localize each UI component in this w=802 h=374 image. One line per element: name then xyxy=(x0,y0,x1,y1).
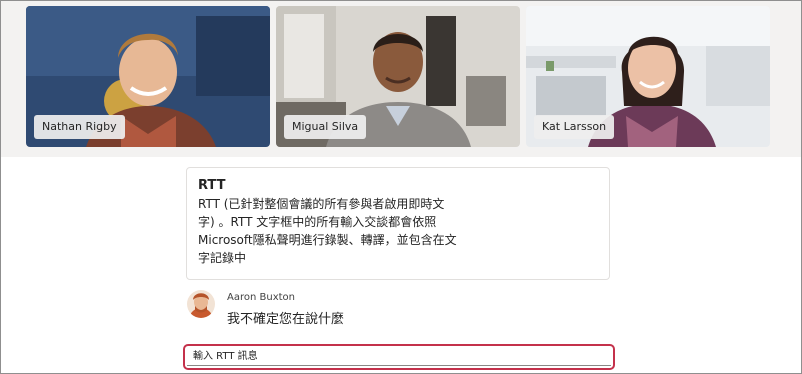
rtt-message-composer[interactable] xyxy=(183,344,615,370)
chat-message: Aaron Buxton 我不確定您在說什麼 xyxy=(187,289,607,329)
rtt-notice-text: RTT (已針對整個會議的所有參與者啟用即時文字) 。RTT 文字框中的所有輸入… xyxy=(198,197,457,265)
message-text: 我不確定您在說什麼 xyxy=(227,312,345,327)
meeting-window: Nathan Rigby Migual Silva Kat Larsson RT… xyxy=(0,0,802,374)
participant-name-label: Nathan Rigby xyxy=(34,115,125,139)
video-tile-kat-larsson[interactable]: Kat Larsson xyxy=(526,6,770,147)
rtt-message-input[interactable] xyxy=(187,348,611,366)
avatar xyxy=(187,290,215,318)
video-gallery: Nathan Rigby Migual Silva Kat Larsson xyxy=(1,1,801,157)
rtt-notice-card: RTT RTT (已針對整個會議的所有參與者啟用即時文字) 。RTT 文字框中的… xyxy=(186,167,610,280)
message-sender-name: Aaron Buxton xyxy=(227,292,295,303)
rtt-notice-title: RTT xyxy=(198,178,226,193)
participant-name-label: Kat Larsson xyxy=(534,115,615,139)
avatar-image xyxy=(187,290,215,318)
video-tile-nathan-rigby[interactable]: Nathan Rigby xyxy=(26,6,270,147)
video-tile-migual-silva[interactable]: Migual Silva xyxy=(276,6,520,147)
participant-name-label: Migual Silva xyxy=(284,115,367,139)
